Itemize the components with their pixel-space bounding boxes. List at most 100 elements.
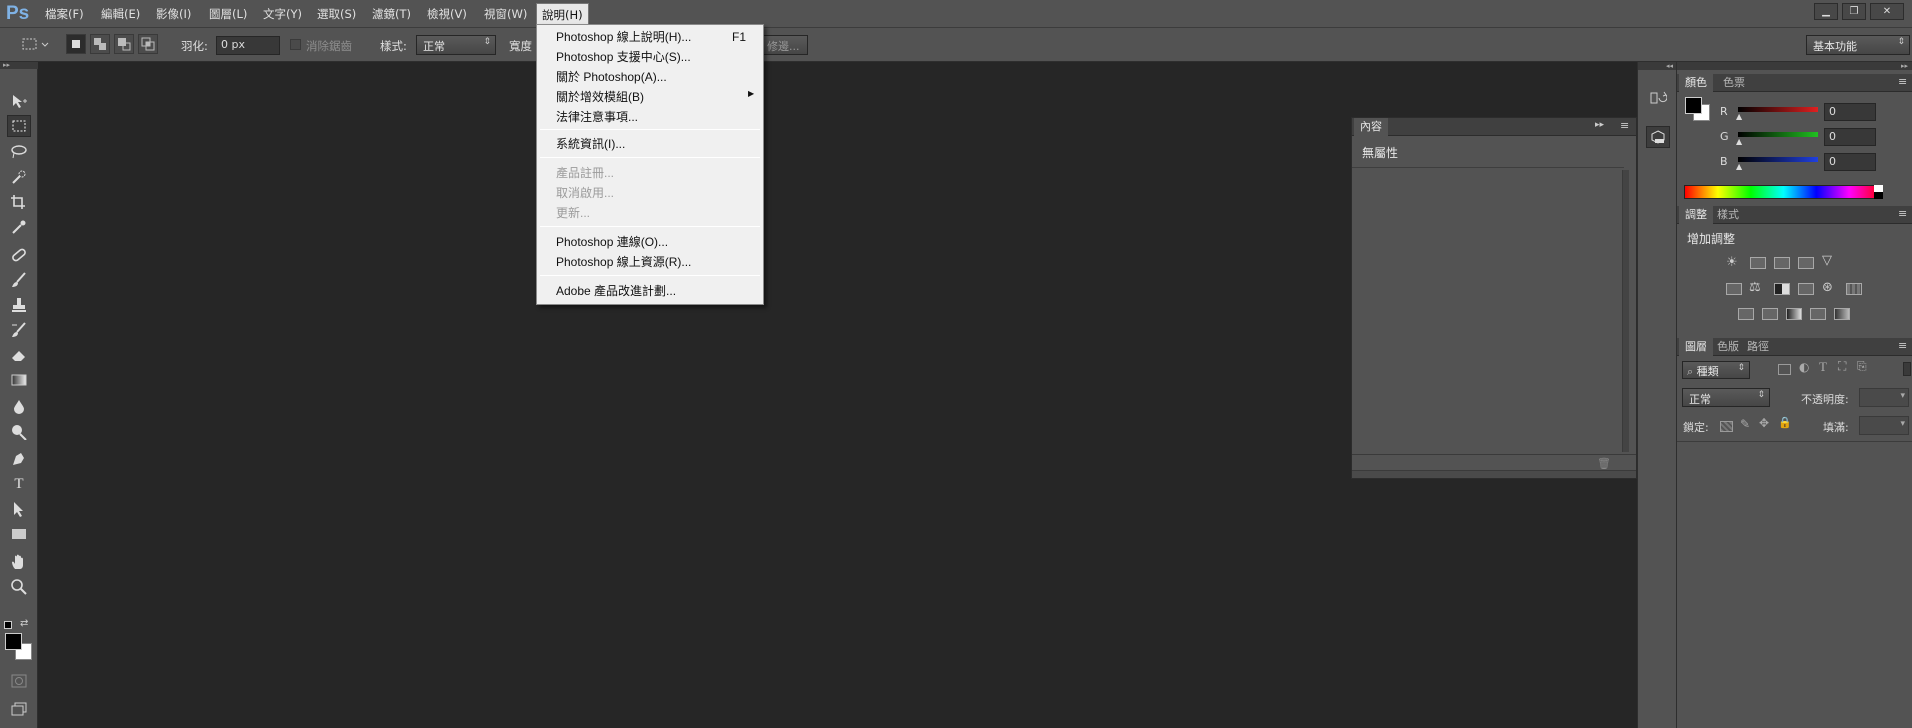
filter-adjustment-icon[interactable]: ◐ <box>1799 360 1809 374</box>
lasso-tool[interactable] <box>7 141 31 163</box>
history-brush-tool[interactable] <box>7 319 31 341</box>
rectangle-tool[interactable] <box>7 523 31 545</box>
invert-icon[interactable] <box>1738 308 1754 320</box>
hand-tool[interactable] <box>7 551 31 573</box>
levels-icon[interactable] <box>1750 257 1766 269</box>
menu-about-photoshop[interactable]: 關於 Photoshop(A)... <box>556 68 667 86</box>
menu-view[interactable]: 檢視(V) <box>422 3 472 25</box>
panel-menu-icon[interactable]: ≡ <box>1898 207 1907 220</box>
panel-menu-icon[interactable]: ≡ <box>1898 339 1907 352</box>
lock-transparency-icon[interactable] <box>1720 421 1733 432</box>
tab-properties[interactable]: 內容 <box>1354 118 1388 136</box>
menu-legal-notices[interactable]: 法律注意事項... <box>556 108 638 126</box>
slider-thumb-icon[interactable]: ▲ <box>1736 112 1742 121</box>
filter-image-icon[interactable] <box>1778 364 1791 375</box>
tab-paths[interactable]: 路徑 <box>1741 338 1775 356</box>
menu-online-resources[interactable]: Photoshop 線上資源(R)... <box>556 253 691 271</box>
filter-shape-icon[interactable]: ⛶ <box>1838 359 1846 374</box>
rect-marquee-tool[interactable] <box>7 115 31 137</box>
channel-b-slider[interactable] <box>1738 157 1818 162</box>
layer-filter-select[interactable]: ⌕ 種類 ⇕ <box>1682 361 1750 379</box>
close-button[interactable]: ✕ <box>1870 3 1904 20</box>
channel-r-slider[interactable] <box>1738 107 1818 112</box>
properties-panel-button[interactable] <box>1646 126 1670 148</box>
filter-smart-object-icon[interactable]: ⎘ <box>1857 359 1867 374</box>
slider-thumb-icon[interactable]: ▲ <box>1736 162 1742 171</box>
brightness-icon[interactable]: ☀ <box>1726 255 1738 270</box>
menu-about-plugins[interactable]: 關於增效模組(B) <box>556 88 644 106</box>
zoom-tool[interactable] <box>7 576 31 598</box>
path-selection-tool[interactable] <box>7 498 31 520</box>
history-panel-button[interactable] <box>1647 88 1669 108</box>
swap-colors-icon[interactable]: ⇄ <box>20 618 28 629</box>
dodge-tool[interactable] <box>7 421 31 443</box>
posterize-icon[interactable] <box>1762 308 1778 320</box>
menu-support-center[interactable]: Photoshop 支援中心(S)... <box>556 48 691 66</box>
type-tool[interactable]: T <box>7 473 31 495</box>
brush-tool[interactable] <box>7 269 31 291</box>
black-white-icon[interactable] <box>1774 283 1790 295</box>
gradient-tool[interactable] <box>7 369 31 391</box>
default-colors-icon[interactable] <box>4 621 12 629</box>
tab-adjustments[interactable]: 調整 <box>1679 206 1713 224</box>
gradient-map-icon[interactable] <box>1834 308 1850 320</box>
menu-file[interactable]: 檔案(F) <box>40 3 89 25</box>
menu-online-help[interactable]: Photoshop 線上說明(H)... <box>556 28 691 46</box>
tab-color[interactable]: 顏色 <box>1679 74 1713 92</box>
style-select[interactable]: 正常 ⇕ <box>416 35 496 55</box>
channel-g-input[interactable]: 0 <box>1824 128 1876 146</box>
menu-type[interactable]: 文字(Y) <box>258 3 307 25</box>
vibrance-icon[interactable]: ▽ <box>1822 253 1832 268</box>
color-balance-icon[interactable]: ⚖ <box>1749 280 1761 295</box>
lock-pixels-icon[interactable]: ✎ <box>1740 417 1750 431</box>
filter-type-icon[interactable]: T <box>1819 359 1827 375</box>
healing-brush-tool[interactable] <box>7 244 31 266</box>
scrollbar[interactable] <box>1622 170 1629 452</box>
channel-mixer-icon[interactable]: ⊛ <box>1822 280 1833 295</box>
pen-tool[interactable] <box>7 448 31 470</box>
collapse-arrows-icon[interactable]: ▸▸ <box>1677 62 1912 70</box>
tab-swatches[interactable]: 色票 <box>1717 74 1751 92</box>
menu-layer[interactable]: 圖層(L) <box>204 3 252 25</box>
curves-icon[interactable] <box>1774 257 1790 269</box>
channel-b-input[interactable]: 0 <box>1824 153 1876 171</box>
menu-filter[interactable]: 濾鏡(T) <box>367 3 416 25</box>
antialias-checkbox[interactable] <box>290 39 301 50</box>
selective-color-icon[interactable] <box>1810 308 1826 320</box>
menu-help[interactable]: 說明(H) <box>536 3 589 25</box>
workspace-select[interactable]: 基本功能 ⇕ <box>1806 35 1910 55</box>
quick-selection-tool[interactable] <box>7 166 31 188</box>
blend-mode-select[interactable]: 正常 ⇕ <box>1682 388 1770 407</box>
move-tool[interactable] <box>7 90 31 112</box>
new-selection-button[interactable] <box>66 34 86 54</box>
spectrum-black-swatch[interactable] <box>1874 192 1883 199</box>
eyedropper-tool[interactable] <box>7 216 31 238</box>
menu-edit[interactable]: 編輯(E) <box>96 3 145 25</box>
menu-system-info[interactable]: 系統資訊(I)... <box>556 135 625 153</box>
resize-handle[interactable] <box>1352 470 1636 478</box>
menu-window[interactable]: 視窗(W) <box>479 3 532 25</box>
tab-styles[interactable]: 樣式 <box>1711 206 1745 224</box>
slider-thumb-icon[interactable]: ▲ <box>1736 137 1742 146</box>
clone-stamp-tool[interactable] <box>7 294 31 316</box>
minimize-button[interactable]: ▁ <box>1814 3 1838 20</box>
panel-menu-icon[interactable]: ≡ <box>1620 119 1629 132</box>
menu-photoshop-online[interactable]: Photoshop 連線(O)... <box>556 233 668 251</box>
expand-arrows-icon[interactable]: ◂◂ <box>1638 62 1676 70</box>
quick-mask-button[interactable] <box>7 670 31 692</box>
intersect-selection-button[interactable] <box>138 34 158 54</box>
hue-saturation-icon[interactable] <box>1726 283 1742 295</box>
channel-g-slider[interactable] <box>1738 132 1818 137</box>
threshold-icon[interactable] <box>1786 308 1802 320</box>
collapse-arrows-icon[interactable]: ▸▸ <box>0 62 38 69</box>
trash-icon[interactable]: 🗑 <box>1597 457 1611 470</box>
photo-filter-icon[interactable] <box>1798 283 1814 295</box>
marquee-preset-picker[interactable] <box>18 34 52 54</box>
subtract-selection-button[interactable] <box>114 34 134 54</box>
color-spectrum-bar[interactable] <box>1684 185 1883 199</box>
collapse-panel-icon[interactable]: ▸▸ <box>1595 120 1604 130</box>
blur-tool[interactable] <box>7 396 31 418</box>
tab-channels[interactable]: 色版 <box>1711 338 1745 356</box>
menu-improvement-program[interactable]: Adobe 產品改進計劃... <box>556 282 676 300</box>
lock-position-icon[interactable]: ✥ <box>1759 416 1769 430</box>
